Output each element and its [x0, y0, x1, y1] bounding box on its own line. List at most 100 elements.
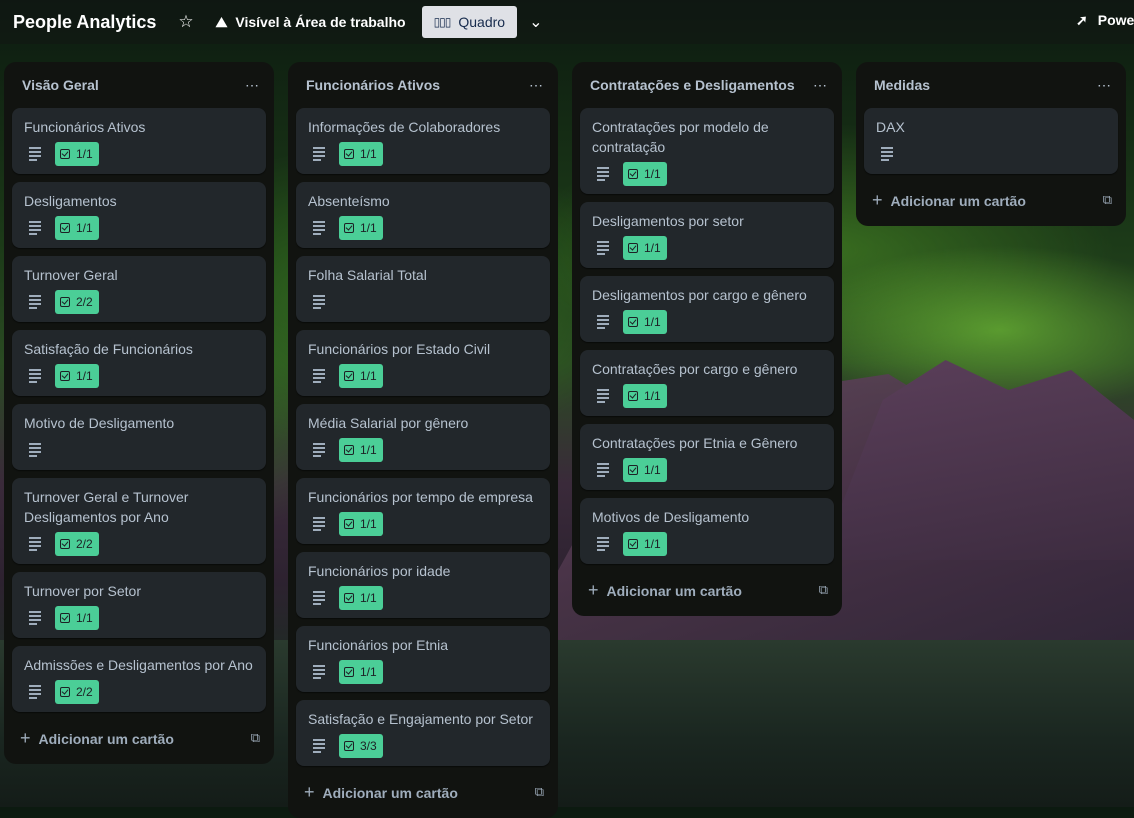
more-options-icon[interactable]: ⋯ [245, 77, 260, 94]
checklist-count: 1/1 [76, 221, 93, 235]
checklist-badge: 1/1 [55, 216, 99, 240]
checklist-count: 1/1 [360, 221, 377, 235]
chevron-down-icon[interactable]: ⌄ [529, 12, 542, 32]
checklist-count: 1/1 [360, 591, 377, 605]
description-icon [597, 167, 609, 181]
add-card-button[interactable]: + Adicionar um cartão [872, 190, 1026, 211]
checkbox-icon [628, 169, 638, 179]
list-header: Visão Geral ⋯ [4, 62, 274, 108]
checkbox-icon [344, 741, 354, 751]
card-title: Folha Salarial Total [308, 267, 427, 283]
card-template-icon[interactable]: ⧉ [251, 730, 260, 746]
card-template-icon[interactable]: ⧉ [535, 784, 544, 800]
card-title: Satisfação e Engajamento por Setor [308, 711, 533, 727]
star-icon[interactable]: ☆ [178, 12, 193, 32]
description-icon [29, 369, 41, 383]
checklist-count: 1/1 [76, 147, 93, 161]
card[interactable]: Turnover Geral 2/2 [12, 256, 266, 322]
card-title: Desligamentos por cargo e gênero [592, 287, 807, 303]
card[interactable]: Turnover Geral e Turnover Desligamentos … [12, 478, 266, 564]
add-card-button[interactable]: + Adicionar um cartão [588, 580, 742, 601]
visibility-button[interactable]: ⛰ Visível à Área de trabalho [216, 14, 406, 31]
card[interactable]: Informações de Colaboradores 1/1 [296, 108, 550, 174]
card-template-icon[interactable]: ⧉ [819, 582, 828, 598]
card[interactable]: Desligamentos 1/1 [12, 182, 266, 248]
card[interactable]: Motivo de Desligamento [12, 404, 266, 470]
checkbox-icon [344, 593, 354, 603]
card[interactable]: Satisfação de Funcionários 1/1 [12, 330, 266, 396]
checklist-badge: 1/1 [339, 660, 383, 684]
card[interactable]: Funcionários por idade 1/1 [296, 552, 550, 618]
card[interactable]: Contratações por modelo de contratação 1/… [580, 108, 834, 194]
card[interactable]: Funcionários por tempo de empresa 1/1 [296, 478, 550, 544]
card[interactable]: Funcionários Ativos 1/1 [12, 108, 266, 174]
checklist-badge: 1/1 [339, 512, 383, 536]
card[interactable]: Desligamentos por cargo e gênero 1/1 [580, 276, 834, 342]
card-badges: 1/1 [308, 364, 538, 388]
board-view-button[interactable]: ▯▯▯ Quadro [421, 6, 518, 38]
add-card-button[interactable]: + Adicionar um cartão [20, 728, 174, 749]
card-badges: 1/1 [592, 162, 822, 186]
card[interactable]: Motivos de Desligamento 1/1 [580, 498, 834, 564]
card-badges: 1/1 [592, 532, 822, 556]
more-options-icon[interactable]: ⋯ [1097, 77, 1112, 94]
description-icon [597, 389, 609, 403]
board-title[interactable]: People Analytics [13, 12, 156, 33]
description-icon [597, 463, 609, 477]
plus-icon: + [304, 781, 315, 802]
card[interactable]: Absenteísmo 1/1 [296, 182, 550, 248]
card[interactable]: Funcionários por Estado Civil 1/1 [296, 330, 550, 396]
board-view-label: Quadro [458, 14, 506, 30]
card-badges: 1/1 [24, 216, 254, 240]
card[interactable]: Média Salarial por gênero 1/1 [296, 404, 550, 470]
card[interactable]: Turnover por Setor 1/1 [12, 572, 266, 638]
checklist-badge: 1/1 [55, 364, 99, 388]
card-badges: 1/1 [592, 458, 822, 482]
description-icon [313, 665, 325, 679]
checklist-count: 1/1 [360, 369, 377, 383]
card-template-icon[interactable]: ⧉ [1103, 192, 1112, 208]
checkbox-icon [344, 519, 354, 529]
checkbox-icon [60, 539, 70, 549]
checklist-count: 3/3 [360, 739, 377, 753]
card[interactable]: Contratações por cargo e gênero 1/1 [580, 350, 834, 416]
card-title: Funcionários por tempo de empresa [308, 489, 533, 505]
card[interactable]: Funcionários por Etnia 1/1 [296, 626, 550, 692]
card-badges: 3/3 [308, 734, 538, 758]
more-options-icon[interactable]: ⋯ [813, 77, 828, 94]
card-title: Funcionários Ativos [24, 119, 146, 135]
list-title[interactable]: Contratações e Desligamentos [590, 77, 795, 93]
checklist-count: 1/1 [360, 665, 377, 679]
card[interactable]: Satisfação e Engajamento por Setor 3/3 [296, 700, 550, 766]
power-ups-button[interactable]: ➚ Power-Ups [1076, 12, 1134, 29]
checklist-badge: 2/2 [55, 532, 99, 556]
card-badges: 1/1 [24, 606, 254, 630]
card-title: Média Salarial por gênero [308, 415, 469, 431]
checklist-badge: 1/1 [623, 162, 667, 186]
board-icon: ▯▯▯ [433, 15, 452, 29]
more-options-icon[interactable]: ⋯ [529, 77, 544, 94]
card-badges [24, 438, 254, 462]
checklist-count: 1/1 [644, 241, 661, 255]
visibility-label: Visível à Área de trabalho [235, 14, 406, 30]
card-title: Motivo de Desligamento [24, 415, 175, 431]
add-card-row: + Adicionar um cartão ⧉ [856, 182, 1126, 218]
list-title[interactable]: Visão Geral [22, 77, 99, 93]
checkbox-icon [628, 539, 638, 549]
add-card-button[interactable]: + Adicionar um cartão [304, 782, 458, 803]
card-title: Desligamentos por setor [592, 213, 744, 229]
card[interactable]: DAX [864, 108, 1118, 174]
card-badges: 2/2 [24, 290, 254, 314]
list-3: Contratações e Desligamentos ⋯ Contrataçõe… [572, 62, 842, 616]
card-title: DAX [876, 119, 905, 135]
card[interactable]: Contratações por Etnia e Gênero 1/1 [580, 424, 834, 490]
card[interactable]: Admissões e Desligamentos por Ano 2/2 [12, 646, 266, 712]
card[interactable]: Folha Salarial Total [296, 256, 550, 322]
description-icon [29, 295, 41, 309]
list-title[interactable]: Medidas [874, 77, 930, 93]
description-icon [881, 147, 893, 161]
description-icon [313, 517, 325, 531]
list-title[interactable]: Funcionários Ativos [306, 77, 440, 93]
card[interactable]: Desligamentos por setor 1/1 [580, 202, 834, 268]
card-badges: 1/1 [308, 438, 538, 462]
